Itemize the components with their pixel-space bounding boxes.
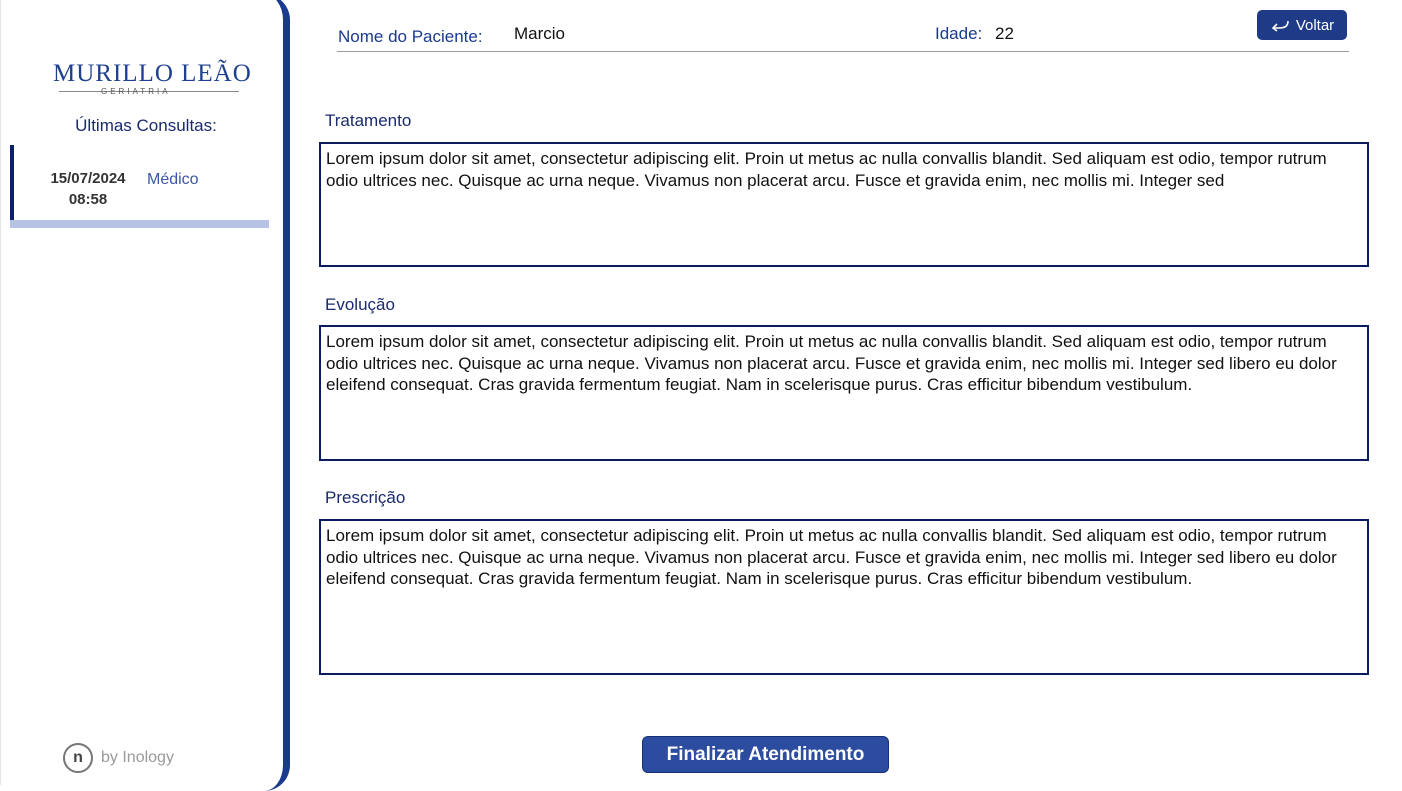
evolution-label: Evolução [325, 295, 395, 314]
consult-list-item[interactable]: 15/07/2024 08:58 Médico [10, 145, 269, 221]
back-button[interactable]: Voltar [1257, 10, 1347, 40]
age-value: 22 [995, 24, 1014, 43]
consult-date: 15/07/2024 [50, 170, 126, 187]
consult-selected-bar [10, 220, 269, 228]
inology-footer-text: by Inology [101, 749, 174, 766]
finish-consult-button[interactable]: Finalizar Atendimento [642, 736, 889, 773]
prescription-textarea[interactable]: Lorem ipsum dolor sit amet, consectetur … [319, 519, 1369, 675]
back-arrow-icon [1270, 18, 1290, 32]
logo-subtitle: GERIATRIA [101, 87, 171, 96]
consult-type: Médico [147, 171, 199, 188]
back-button-label: Voltar [1295, 16, 1335, 34]
logo-text: MURILLO LEÃO [53, 60, 252, 87]
treatment-label: Tratamento [325, 111, 412, 130]
treatment-textarea[interactable]: Lorem ipsum dolor sit amet, consectetur … [319, 142, 1369, 267]
sidebar: MURILLO LEÃO GERIATRIA Últimas Consultas… [0, 0, 285, 785]
patient-name-label: Nome do Paciente: [338, 27, 483, 46]
evolution-textarea[interactable]: Lorem ipsum dolor sit amet, consectetur … [319, 325, 1369, 461]
inology-logo-icon: n [63, 743, 93, 773]
clinic-logo: MURILLO LEÃO GERIATRIA [53, 60, 251, 100]
last-consults-title: Últimas Consultas: [75, 116, 217, 135]
patient-name-value: Marcio [514, 24, 566, 43]
age-label: Idade: [935, 24, 983, 43]
consult-datetime: 15/07/2024 08:58 [32, 168, 144, 210]
inology-logo-letter: n [73, 749, 83, 766]
consult-time: 08:58 [68, 191, 108, 208]
inology-branding: n by Inology [63, 741, 174, 775]
prescription-label: Prescrição [325, 488, 406, 507]
patient-header: Nome do Paciente: Marcio Idade: 22 [337, 18, 1349, 52]
